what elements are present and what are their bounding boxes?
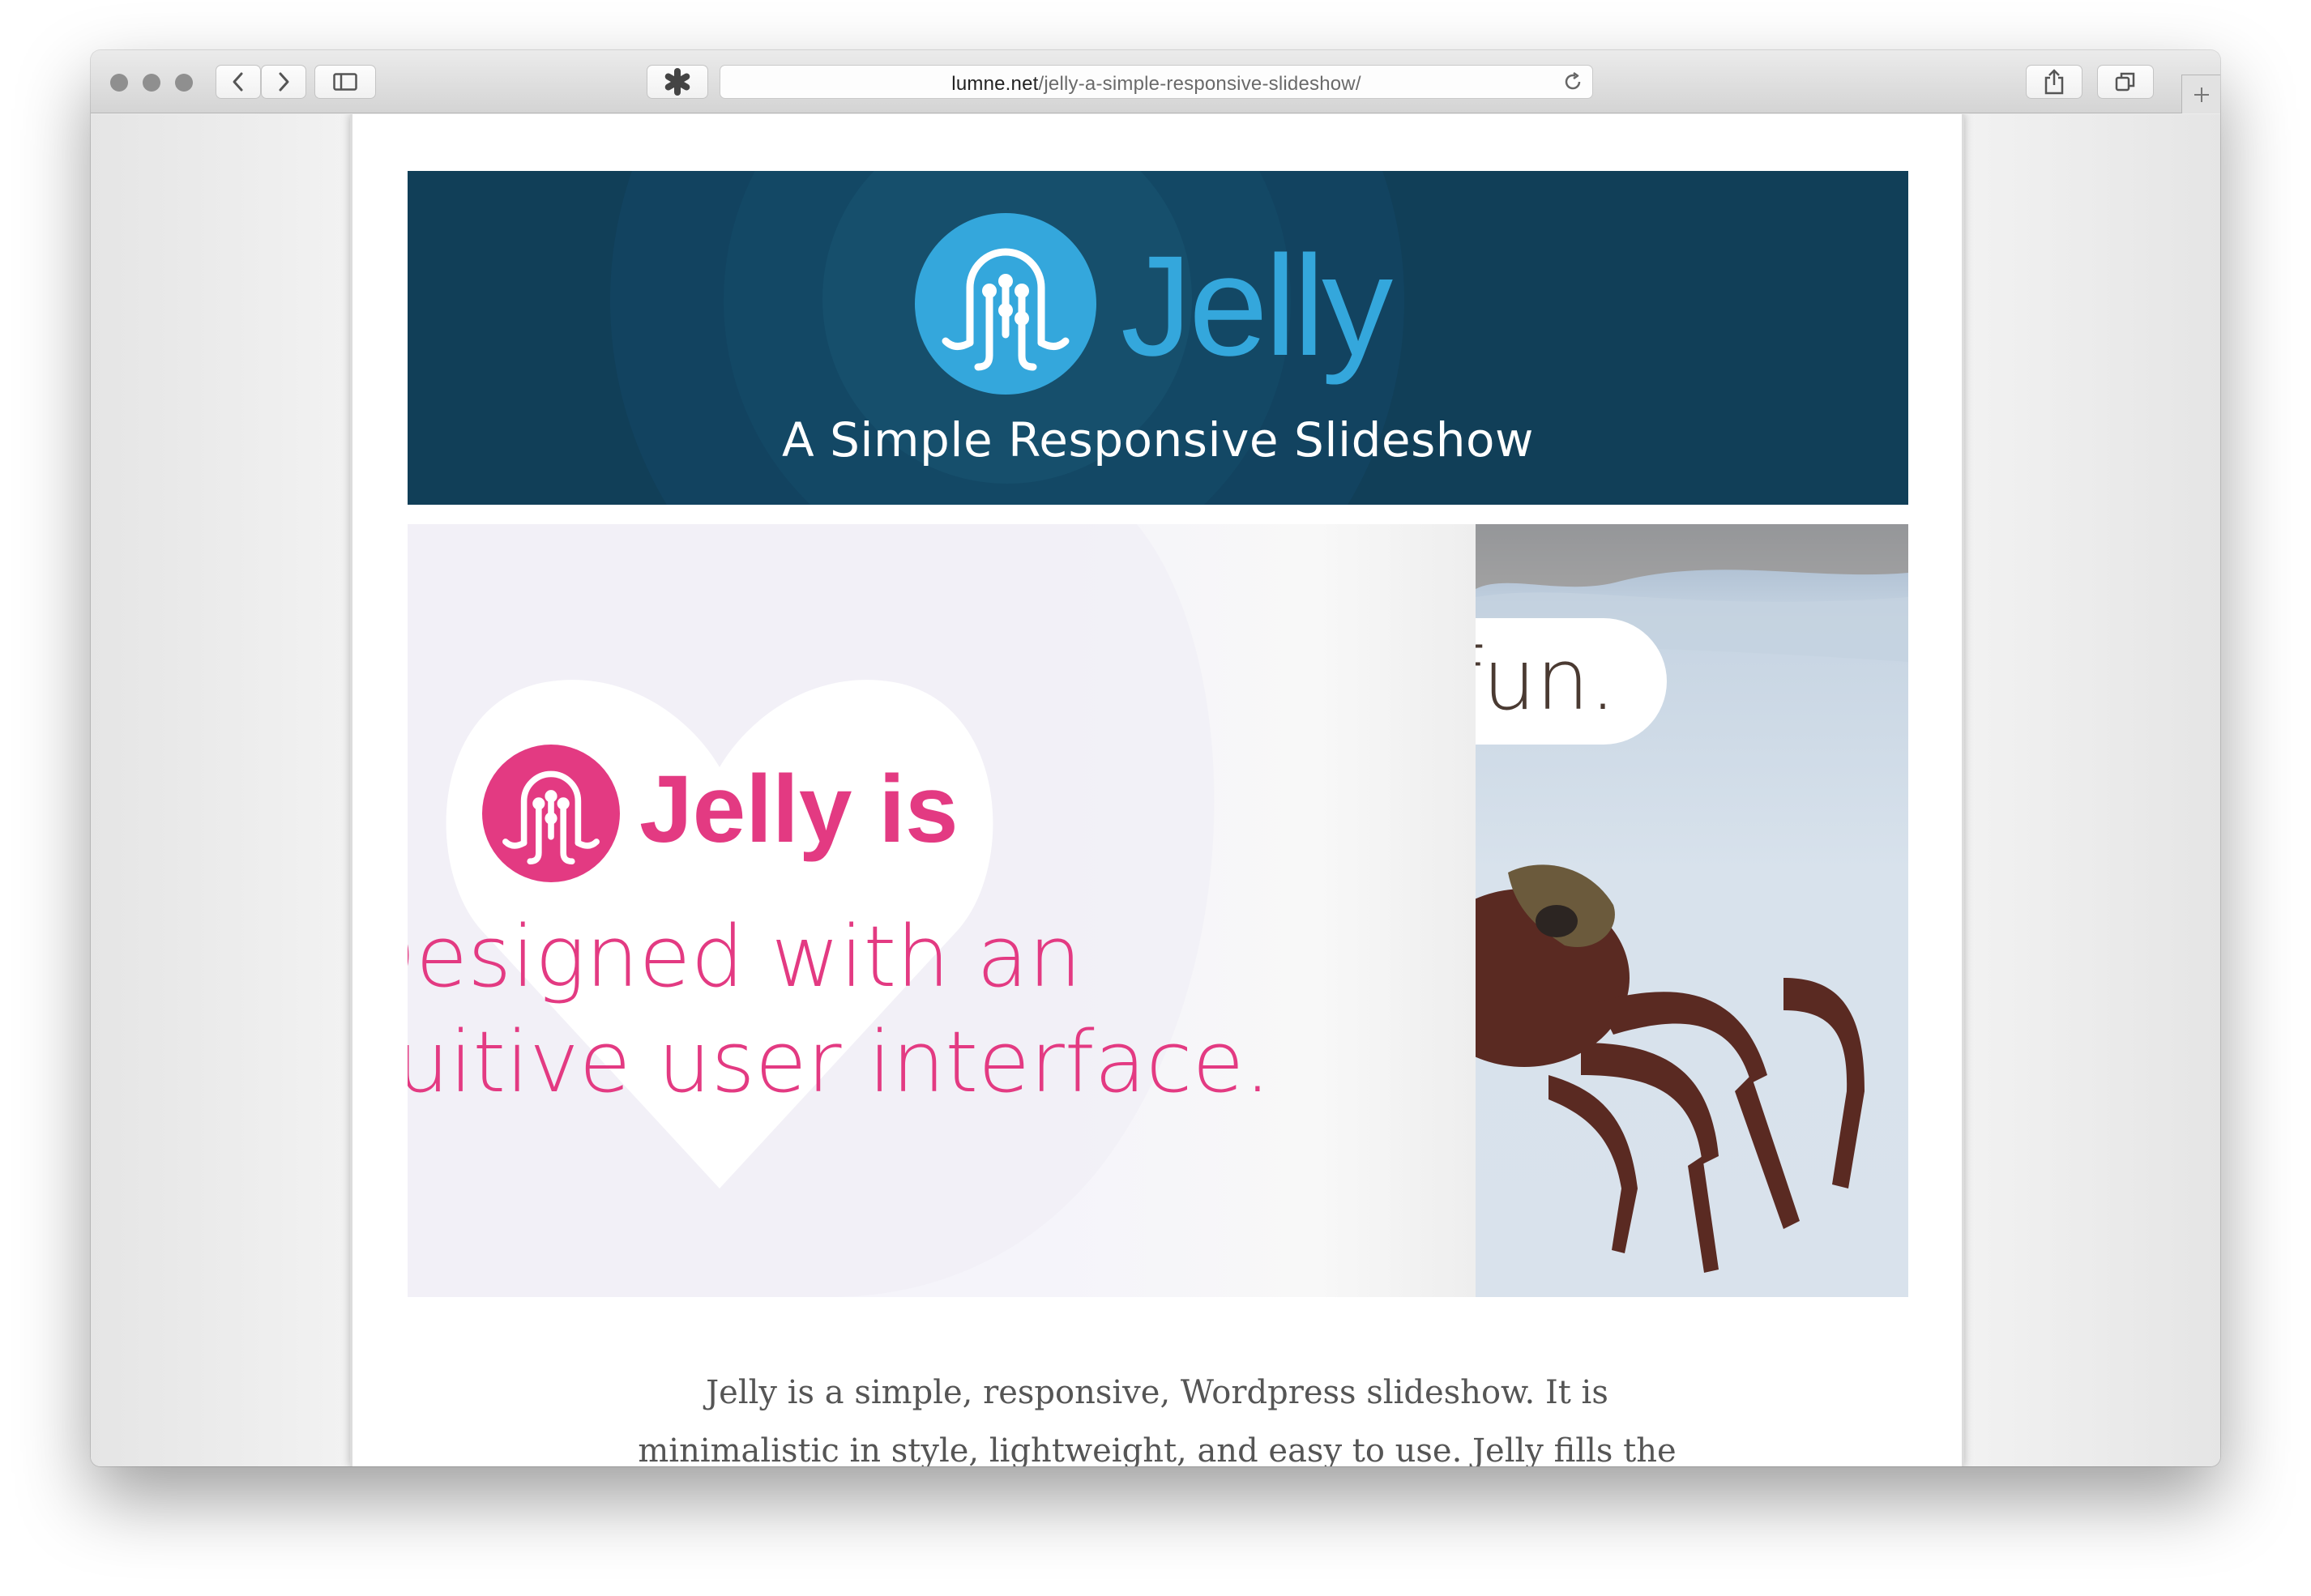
slideshow[interactable]: Jelly is Designed with an intuitive user… — [408, 524, 1908, 1297]
forward-button[interactable] — [261, 65, 306, 99]
browser-window: lumne.net/jelly-a-simple-responsive-slid… — [91, 50, 2220, 1466]
minimize-window-button[interactable] — [143, 74, 160, 92]
logo-wordmark: Jelly — [1121, 227, 1393, 386]
slide-line-2: intuitive user interface. — [408, 1013, 1271, 1112]
new-tab-button[interactable] — [2181, 75, 2220, 113]
slide-line-1: Designed with an — [408, 907, 1082, 1006]
back-button[interactable] — [216, 65, 261, 99]
slide-heading: Jelly is — [639, 756, 959, 863]
close-window-button[interactable] — [110, 74, 128, 92]
plus-icon — [2194, 87, 2209, 102]
header-banner: Jelly A Simple Responsive Slideshow — [408, 171, 1908, 505]
site-tagline: A Simple Responsive Slideshow — [782, 412, 1534, 467]
sidebar-button[interactable] — [314, 65, 376, 99]
address-text: lumne.net/jelly-a-simple-responsive-slid… — [720, 73, 1592, 96]
description-line-2: minimalistic in style, lightweight, and … — [638, 1432, 1677, 1466]
slide-panel-left: Jelly is Designed with an intuitive user… — [408, 524, 1476, 1297]
asterisk-extension-icon — [664, 68, 690, 96]
browser-toolbar: lumne.net/jelly-a-simple-responsive-slid… — [91, 50, 2220, 113]
url-path: /jelly-a-simple-responsive-slideshow/ — [1038, 73, 1361, 95]
url-domain: lumne.net — [951, 73, 1039, 95]
page-description: Jelly is a simple, responsive, Wordpress… — [352, 1363, 1962, 1466]
address-bar[interactable]: lumne.net/jelly-a-simple-responsive-slid… — [720, 65, 1593, 99]
tab-overview-button[interactable] — [2097, 65, 2154, 99]
share-icon — [2044, 69, 2064, 95]
reload-icon — [1565, 71, 1581, 90]
tabs-icon — [2115, 72, 2135, 92]
chevron-right-icon — [279, 72, 289, 92]
extension-button[interactable] — [647, 65, 708, 99]
zoom-window-button[interactable] — [175, 74, 193, 92]
slide-panel-right-photo: fun. — [1476, 524, 1908, 1297]
sidebar-icon — [333, 73, 357, 91]
jellyfish-logo-icon — [915, 213, 1096, 395]
web-content[interactable]: Jelly A Simple Responsive Slideshow Jell… — [91, 114, 2220, 1466]
chevron-left-icon — [233, 72, 243, 92]
slide-caption: fun. — [1476, 630, 1617, 729]
page-column: Jelly A Simple Responsive Slideshow Jell… — [350, 114, 1964, 1466]
reload-button[interactable] — [1561, 70, 1584, 96]
share-button[interactable] — [2026, 65, 2082, 99]
pink-jellyfish-logo-icon — [482, 745, 620, 882]
description-line-1: Jelly is a simple, responsive, Wordpress… — [706, 1374, 1608, 1411]
